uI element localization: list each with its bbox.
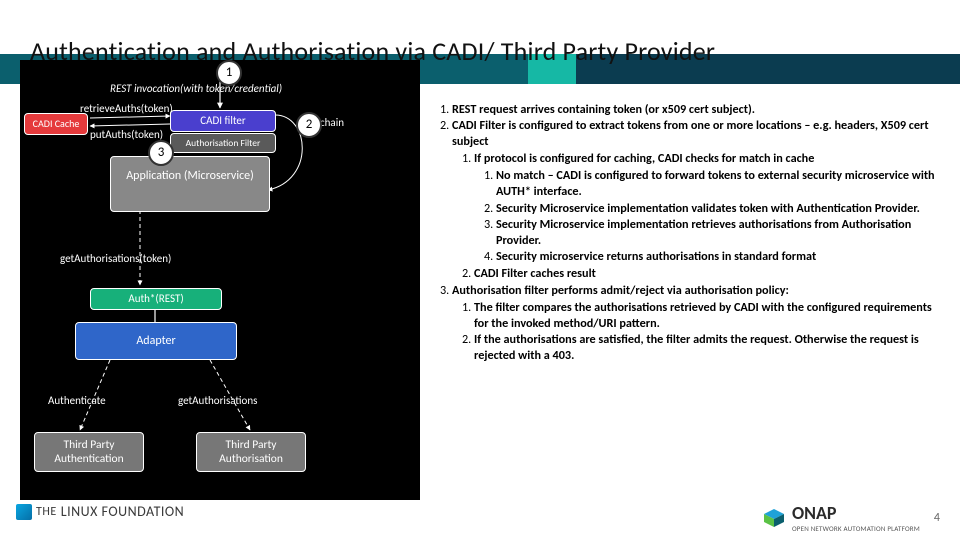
box-auth-rest-text: Auth*(REST) bbox=[128, 292, 183, 305]
box-app-ms-text: Application (Microservice) bbox=[126, 169, 254, 183]
step-2: CADI Filter is configured to extract tok… bbox=[452, 118, 929, 149]
step-2-1: If protocol is configured for caching, C… bbox=[474, 151, 814, 166]
step-3: Authorisation filter performs admit/reje… bbox=[452, 283, 789, 298]
label-authenticate: Authenticate bbox=[48, 394, 106, 407]
step-2-1-1: No match – CADI is configured to forward… bbox=[496, 168, 935, 199]
label-retrieve-auths: retrieveAuths(token) bbox=[80, 102, 173, 115]
step-1: REST request arrives containing token (o… bbox=[452, 102, 755, 117]
badge-2: 2 bbox=[296, 112, 322, 138]
onap-cube-icon bbox=[762, 508, 786, 528]
slide-footer: THE LINUX FOUNDATION ONAP OPEN NETWORK A… bbox=[16, 503, 950, 533]
box-tp-authn-text: Third Party Authentication bbox=[54, 438, 123, 466]
onap-tagline: OPEN NETWORK AUTOMATION PLATFORM bbox=[792, 524, 920, 533]
linux-foundation-logo: THE LINUX FOUNDATION bbox=[16, 503, 184, 520]
box-tp-authz: Third Party Authorisation bbox=[196, 432, 306, 472]
step-2-1-3: Security Microservice implementation ret… bbox=[496, 217, 911, 248]
onap-logo: ONAP OPEN NETWORK AUTOMATION PLATFORM bbox=[762, 502, 920, 533]
label-put-auths: putAuths(token) bbox=[90, 128, 163, 141]
step-2-1-2: Security Microservice implementation val… bbox=[496, 201, 920, 216]
step-2-1-4: Security microservice returns authorisat… bbox=[496, 249, 816, 264]
box-auth-filter: Authorisation Filter bbox=[170, 133, 276, 153]
label-chain: chain bbox=[320, 116, 344, 129]
box-tp-authz-text: Third Party Authorisation bbox=[219, 438, 283, 466]
box-adapter: Adapter bbox=[75, 322, 237, 360]
linux-logo-icon bbox=[16, 504, 32, 520]
badge-1: 1 bbox=[216, 60, 242, 86]
label-get-auths2: getAuthorisations bbox=[178, 394, 257, 407]
box-app-ms: Application (Microservice) bbox=[110, 156, 270, 212]
box-cadi-filter: CADI filter bbox=[170, 110, 276, 132]
box-adapter-text: Adapter bbox=[136, 334, 175, 348]
architecture-diagram: REST invocation(with token/credential) r… bbox=[20, 60, 420, 500]
box-cadi-cache: CADI Cache bbox=[24, 113, 88, 135]
linux-the: THE bbox=[36, 505, 57, 519]
label-get-auths: getAuthorisations(token) bbox=[60, 252, 171, 265]
box-cadi-cache-text: CADI Cache bbox=[33, 117, 80, 130]
box-auth-filter-text: Authorisation Filter bbox=[186, 137, 261, 149]
label-rest-invocation: REST invocation(with token/credential) bbox=[110, 82, 282, 95]
box-auth-rest: Auth*(REST) bbox=[90, 288, 222, 310]
step-3-2: If the authorisations are satisfied, the… bbox=[474, 332, 919, 363]
box-cadi-filter-text: CADI filter bbox=[200, 114, 245, 127]
onap-name: ONAP bbox=[792, 502, 837, 524]
explanation-list: REST request arrives containing token (o… bbox=[430, 102, 946, 366]
step-2-2: CADI Filter caches result bbox=[474, 266, 596, 281]
page-number: 4 bbox=[934, 511, 940, 525]
linux-lf: LINUX FOUNDATION bbox=[61, 503, 185, 520]
box-tp-authn: Third Party Authentication bbox=[34, 432, 144, 472]
badge-3: 3 bbox=[148, 140, 174, 166]
step-3-1: The filter compares the authorisations r… bbox=[474, 300, 932, 331]
